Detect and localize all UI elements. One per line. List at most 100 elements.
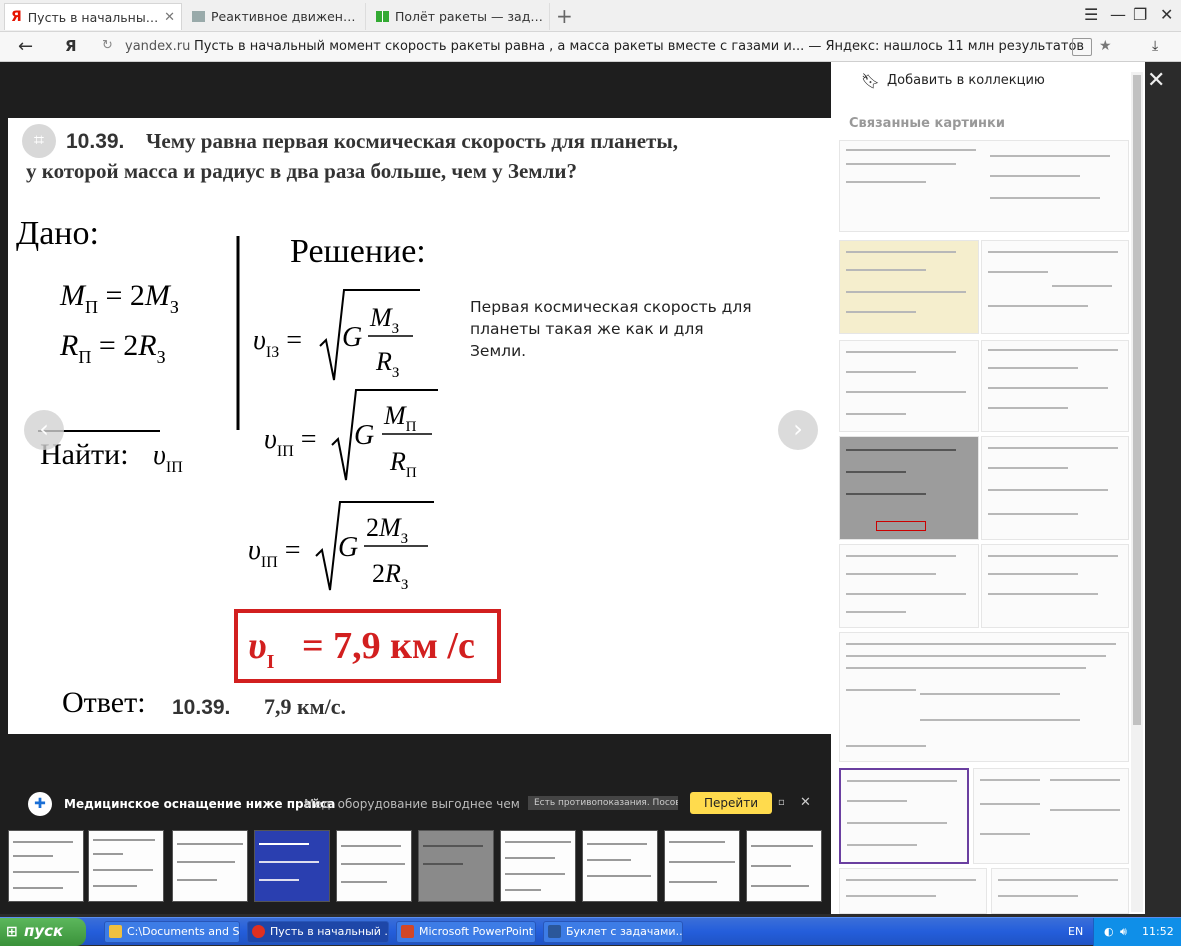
svg-text:MЗ: MЗ: [369, 303, 399, 337]
related-thumb[interactable]: [839, 436, 979, 540]
taskbar-label: Буклет с задачами....: [566, 925, 683, 938]
next-arrow-icon[interactable]: ›: [778, 410, 818, 450]
answer-value: 7,9 км/с.: [264, 694, 346, 719]
folder-icon: [109, 925, 122, 938]
svg-text:υIП =: υIП =: [264, 424, 317, 460]
svg-text:G: G: [342, 322, 362, 353]
ad-banner[interactable]: ✚ Медицинское оснащение ниже прайса Мед.…: [0, 786, 831, 822]
tab-reactive[interactable]: Реактивное движение — пр: [186, 3, 366, 30]
taskbar-label: Пусть в начальный ...: [270, 925, 389, 938]
film-thumb[interactable]: [8, 830, 84, 902]
taskbar-label: C:\Documents and Se...: [127, 925, 240, 938]
film-thumb[interactable]: [418, 830, 494, 902]
film-thumb[interactable]: [582, 830, 658, 902]
given-label: Дано:: [16, 215, 99, 252]
new-tab-button[interactable]: +: [556, 3, 573, 29]
film-thumb[interactable]: [336, 830, 412, 902]
ad-title[interactable]: Медицинское оснащение ниже прайса: [64, 797, 335, 811]
film-thumb[interactable]: [664, 830, 740, 902]
problem-text-2: у которой масса и радиус в два раза боль…: [26, 159, 577, 183]
film-thumb[interactable]: [746, 830, 822, 902]
crop-icon[interactable]: ⌗: [22, 124, 56, 158]
taskbar-item-browser[interactable]: Пусть в начальный ...: [247, 921, 389, 943]
svg-text:MП: MП: [383, 401, 417, 435]
ad-text: Мед. оборудование выгоднее чем у ...: [304, 797, 520, 811]
svg-text:2RЗ: 2RЗ: [372, 559, 408, 593]
url-domain[interactable]: yandex.ru: [125, 39, 190, 54]
related-thumb[interactable]: [981, 340, 1129, 432]
svg-text:G: G: [338, 532, 358, 563]
network-icon[interactable]: ◐: [1104, 918, 1114, 945]
back-arrow-icon[interactable]: ←: [18, 36, 33, 57]
restore-icon[interactable]: ❐: [1133, 5, 1147, 24]
tab-title: Пусть в начальный моме: [27, 9, 160, 25]
windows-taskbar: ⊞ пуск C:\Documents and Se... Пусть в на…: [0, 917, 1181, 946]
related-thumb[interactable]: [981, 240, 1129, 334]
tab-rocket[interactable]: Полёт ракеты — задание. ¢: [370, 3, 550, 30]
related-thumb[interactable]: [981, 436, 1129, 540]
ad-go-button[interactable]: Перейти: [690, 792, 772, 814]
minimize-icon[interactable]: —: [1110, 5, 1126, 24]
bookmark-star-icon[interactable]: ★: [1099, 38, 1112, 54]
svg-text:G: G: [354, 420, 374, 451]
language-indicator[interactable]: EN: [1068, 925, 1083, 938]
tab-search[interactable]: Я Пусть в начальный моме ✕: [4, 3, 182, 30]
ad-close-icon[interactable]: ✕: [800, 795, 811, 810]
tab-title: Полёт ракеты — задание. ¢: [395, 9, 543, 24]
problem-number: 10.39.: [66, 130, 124, 153]
start-label: пуск: [24, 922, 64, 940]
close-viewer-icon[interactable]: ✕: [1147, 68, 1165, 93]
answer-label: Ответ:: [62, 686, 146, 719]
powerpoint-icon: [401, 925, 414, 938]
add-to-collection[interactable]: Добавить в коллекцию: [887, 73, 1045, 88]
svg-text:2MЗ: 2MЗ: [366, 513, 408, 547]
related-thumb[interactable]: [839, 632, 1129, 762]
film-thumb[interactable]: [172, 830, 248, 902]
svg-text:RЗ: RЗ: [375, 347, 399, 381]
start-button[interactable]: ⊞ пуск: [0, 918, 86, 946]
solution-image: 10.39. Чему равна первая космическая ско…: [16, 129, 752, 719]
related-thumb[interactable]: [839, 240, 979, 334]
related-thumb[interactable]: [973, 768, 1129, 864]
related-thumb[interactable]: [839, 140, 1129, 232]
note-text: Первая космическая скорость для планеты …: [470, 298, 752, 360]
yandex-logo[interactable]: Я: [65, 37, 77, 55]
film-thumb[interactable]: [254, 830, 330, 902]
green-squares-icon: [376, 11, 389, 22]
close-window-icon[interactable]: ✕: [1160, 5, 1173, 24]
related-heading: Связанные картинки: [849, 116, 1005, 131]
related-thumb[interactable]: [839, 544, 979, 628]
volume-icon[interactable]: 🔊︎: [1120, 918, 1127, 945]
bookmark-icon[interactable]: 🔖︎: [861, 72, 880, 90]
windows-logo-icon: ⊞: [6, 924, 18, 940]
menu-icon[interactable]: ☰: [1084, 5, 1098, 24]
taskbar-item-word[interactable]: Буклет с задачами....: [543, 921, 683, 943]
tab-title: Реактивное движение — пр: [211, 9, 359, 24]
taskbar-item-explorer[interactable]: C:\Documents and Se...: [104, 921, 240, 943]
formula-earth: υIЗ = G MЗ RЗ: [253, 289, 420, 381]
reload-icon[interactable]: ↻: [102, 38, 113, 53]
film-thumb[interactable]: [500, 830, 576, 902]
prev-arrow-icon[interactable]: ‹: [24, 410, 64, 450]
answer-num: 10.39.: [172, 696, 230, 719]
yandex-icon: Я: [11, 9, 22, 25]
related-thumb[interactable]: [991, 868, 1129, 914]
related-thumb[interactable]: [839, 340, 979, 432]
related-thumb[interactable]: [839, 868, 987, 914]
result-value: = 7,9 км /с: [302, 625, 475, 667]
related-thumb[interactable]: [839, 768, 969, 864]
taskbar-label: Microsoft PowerPoint ...: [419, 925, 536, 938]
svg-text:RП = 2RЗ: RП = 2RЗ: [59, 329, 166, 367]
sidebar-scroll-thumb[interactable]: [1133, 75, 1141, 725]
close-tab-icon[interactable]: ✕: [164, 10, 175, 25]
taskbar-item-powerpoint[interactable]: Microsoft PowerPoint ...: [396, 921, 536, 943]
related-thumb[interactable]: [981, 544, 1129, 628]
thumbnail-strip: [0, 826, 831, 906]
film-thumb[interactable]: [88, 830, 164, 902]
url-title[interactable]: Пусть в начальный момент скорость ракеты…: [194, 39, 1084, 54]
gear-icon: [192, 11, 205, 22]
clock[interactable]: 11:52: [1142, 918, 1174, 945]
ad-collapse-icon[interactable]: ▫: [778, 797, 785, 808]
download-icon[interactable]: ⤓: [1152, 38, 1158, 54]
reader-icon[interactable]: [1072, 38, 1092, 56]
